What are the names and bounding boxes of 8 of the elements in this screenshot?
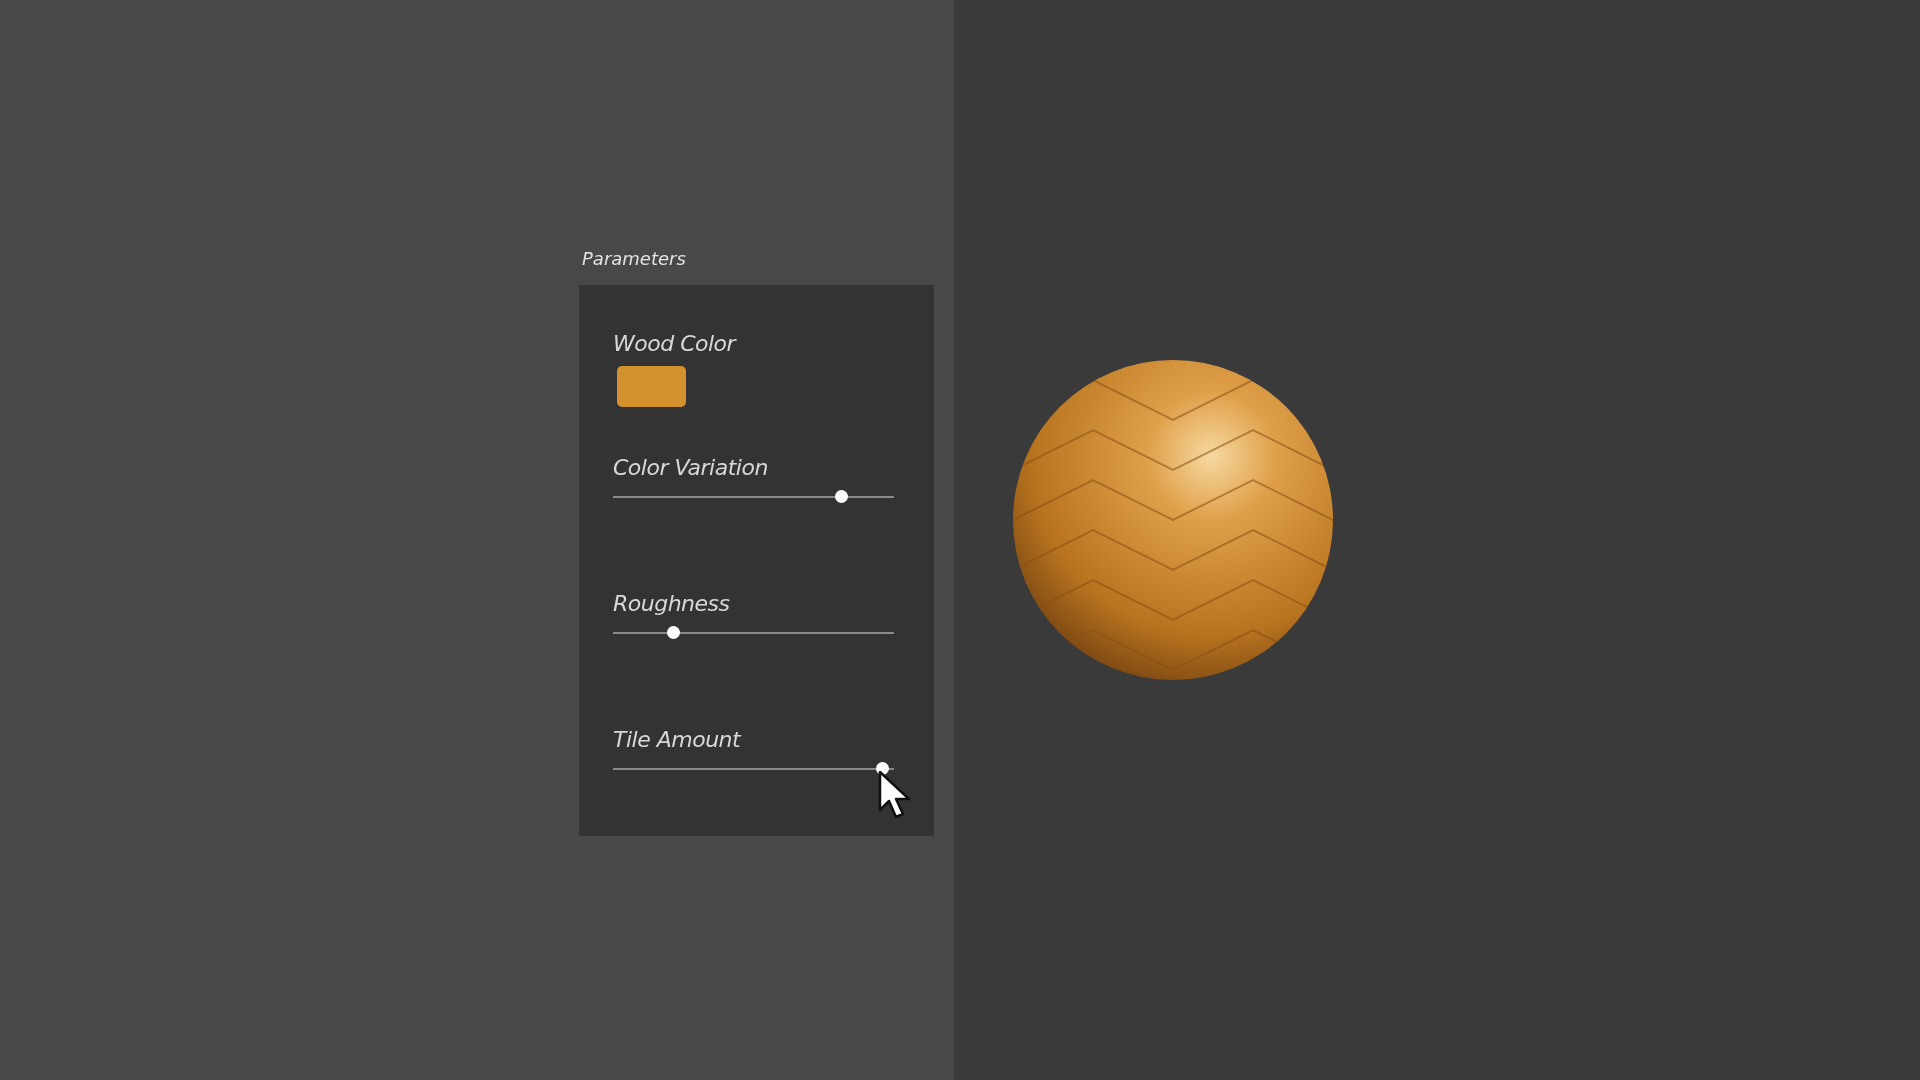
color-swatch[interactable] [617,366,686,407]
parameter-label: Roughness [613,591,730,616]
slider-thumb[interactable] [835,490,849,503]
slider-thumb[interactable] [666,626,680,639]
parameter-label: Tile Amount [613,727,741,752]
parameter-label: Color Variation [613,455,768,480]
panel-title: Parameters [582,248,687,269]
parameter-label: Wood Color [613,331,736,356]
